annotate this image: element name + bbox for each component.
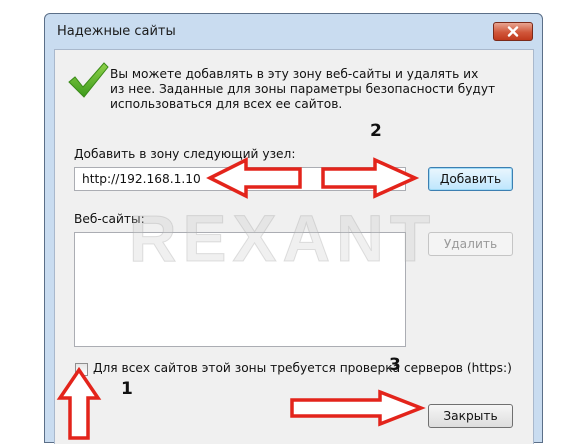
add-button[interactable]: Добавить	[428, 167, 513, 191]
step-2-label: 2	[370, 121, 382, 141]
step-1-label: 1	[121, 379, 133, 399]
close-button[interactable]: Закрыть	[428, 404, 513, 428]
add-site-label: Добавить в зону следующий узел:	[74, 147, 296, 161]
checkmark-icon	[68, 62, 109, 98]
info-text: Вы можете добавлять в эту зону веб-сайты…	[110, 67, 496, 111]
watermark-logo: REXANT	[128, 201, 437, 276]
https-required-checkbox[interactable]	[75, 363, 88, 376]
screenshot: Надежные сайты Вы можете добавлять в эту…	[0, 0, 565, 445]
close-icon	[507, 26, 519, 37]
close-window-button[interactable]	[493, 22, 533, 41]
title-bar: Надежные сайты	[45, 14, 542, 48]
https-required-label: Для всех сайтов этой зоны требуется пров…	[93, 361, 512, 375]
dialog-title: Надежные сайты	[57, 24, 176, 39]
site-url-input[interactable]	[74, 167, 406, 191]
step-3-label: 3	[389, 355, 401, 375]
